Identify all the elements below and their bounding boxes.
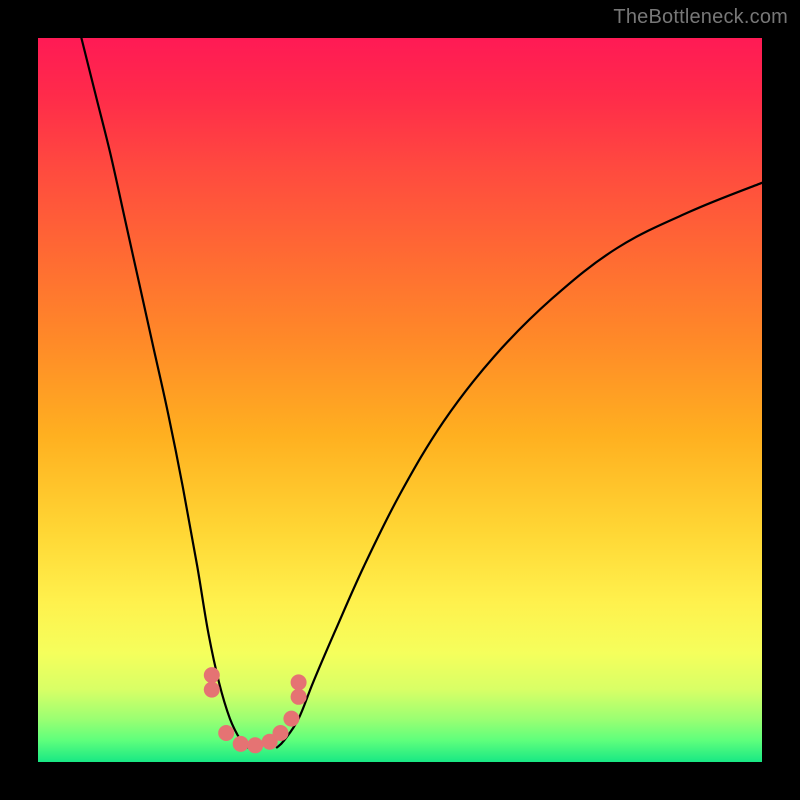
plot-area: [38, 38, 762, 762]
data-marker: [233, 736, 249, 752]
curve-right: [277, 183, 762, 748]
data-marker: [204, 667, 220, 683]
chart-svg: [38, 38, 762, 762]
curve-left: [81, 38, 255, 748]
data-marker: [218, 725, 234, 741]
data-marker: [204, 682, 220, 698]
data-marker: [291, 689, 307, 705]
chart-frame: TheBottleneck.com: [0, 0, 800, 800]
data-marker: [247, 737, 263, 753]
data-marker: [283, 711, 299, 727]
watermark-text: TheBottleneck.com: [613, 6, 788, 29]
data-marker: [291, 674, 307, 690]
data-marker: [273, 725, 289, 741]
